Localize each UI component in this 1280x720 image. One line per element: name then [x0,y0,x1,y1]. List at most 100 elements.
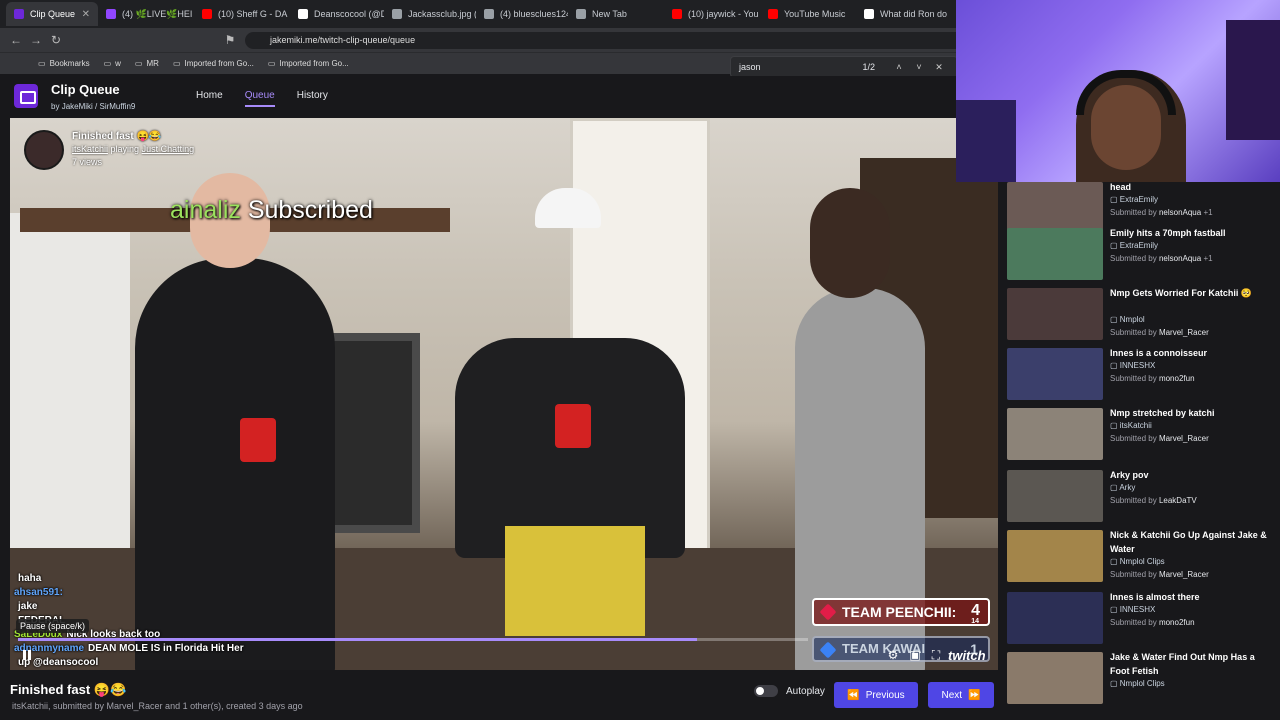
autoplay-toggle[interactable] [754,685,778,697]
tab-close-icon[interactable]: ✕ [82,9,90,20]
nav-history[interactable]: History [297,90,328,107]
previous-button[interactable]: ⏪ Previous [834,682,918,708]
pause-icon[interactable] [20,648,34,662]
twitch-channel-icon: ▢ [1110,421,1120,430]
author-link-2[interactable]: SirMuffin9 [99,102,135,111]
queue-item[interactable]: Nmp Gets Worried For Katchii 🥺 ▢ Nmplol Su… [1007,286,1277,342]
twitch-channel-icon: ▢ [1110,195,1120,204]
nav-home[interactable]: Home [196,90,223,107]
browser-tab[interactable]: Clip Queue ✕ [6,2,98,26]
queue-item-channel: ▢ INNESHX [1110,605,1155,614]
browser-tab[interactable]: (10) jaywick - You [664,2,760,26]
fullscreen-icon[interactable]: ⛶ [929,648,943,662]
queue-thumbnail[interactable] [1007,228,1103,280]
queue-thumbnail[interactable] [1007,470,1103,522]
settings-gear-icon[interactable]: ⚙ [886,648,900,662]
submitter-name: mono2fun [1158,618,1195,627]
queue-thumbnail[interactable] [1007,408,1103,460]
bookmark-item[interactable]: ▭ Imported from Go... [268,59,349,68]
next-button[interactable]: Next ⏩ [928,682,994,708]
chat-text: DEAN MOLE IS in Florida Hit Her [88,643,244,654]
submitter-name: Marvel_Racer [1158,434,1209,443]
address-bar[interactable]: jakemiki.me/twitch-clip-queue/queue [245,32,965,49]
submitted-by-label: Submitted by [1110,208,1157,217]
bookmark-item[interactable]: ▭ Imported from Go... [173,59,254,68]
browser-tab[interactable]: (4) 🌿LIVE🌿HEI [98,2,194,26]
queue-thumbnail[interactable] [1007,530,1103,582]
queue-item[interactable]: Arky pov ▢ Arky Submitted by LeakDaTV [1007,468,1277,524]
clip-queue-logo-icon[interactable] [14,84,38,108]
folder-icon: ▭ [38,59,46,68]
find-input[interactable]: jason [739,62,761,72]
game-link[interactable]: Just Chatting [142,144,195,154]
queue-item-channel: ▢ Nmplol Clips [1110,679,1165,688]
find-count: 1/2 [862,62,875,72]
queue-item-channel: ▢ Arky [1110,483,1135,492]
nav-queue[interactable]: Queue [244,90,275,107]
queue-item[interactable]: Innes is almost there ▢ INNESHX Submitted … [1007,590,1277,646]
bookmark-star-icon[interactable]: ⚑ [220,33,240,47]
tab-favicon-icon [106,9,116,19]
bookmark-item[interactable]: ▭ w [104,59,121,68]
browser-tab[interactable]: (10) Sheff G - DA [194,2,290,26]
queue-thumbnail[interactable] [1007,288,1103,340]
submitted-by-label: Submitted by [1110,328,1157,337]
app-authors: by JakeMiki / SirMuffin9 [51,102,136,111]
tab-favicon-icon [14,9,24,19]
find-next-icon[interactable]: ˅ [909,62,929,72]
author-link-1[interactable]: JakeMiki [62,102,93,111]
fast-forward-icon: ⏩ [968,689,981,701]
queue-sidebar: head ▢ ExtraEmily Submitted by nelsonAqua … [1000,178,1280,720]
tab-favicon-icon [672,9,682,19]
find-previous-icon[interactable]: ˄ [889,62,909,72]
progress-bar[interactable] [18,638,808,641]
clip-overlay-title: Finished fast 😝😂 [72,131,162,142]
clip-meta: itsKatchii, submitted by Marvel_Racer an… [12,701,303,711]
twitch-logo[interactable]: twitch [948,648,986,663]
queue-item-title: Arky pov [1110,470,1149,480]
channel-avatar[interactable] [24,130,64,170]
queue-item-submitter: Submitted by Marvel_Racer [1110,434,1209,443]
queue-item-title: Innes is almost there [1110,592,1200,602]
queue-thumbnail[interactable] [1007,348,1103,400]
clip-title: Finished fast 😝😂 [10,682,127,697]
theater-mode-icon[interactable]: ▣ [908,648,922,662]
queue-item[interactable]: Nmp stretched by katchi ▢ itsKatchii Submi… [1007,406,1277,462]
browser-tab[interactable]: Deanscocool (@De [290,2,384,26]
queue-thumbnail[interactable] [1007,592,1103,644]
queue-thumbnail[interactable] [1007,652,1103,704]
tab-label: What did Ron do [880,9,948,19]
reload-icon[interactable]: ↻ [46,33,66,47]
webcam-backdrop [1226,20,1280,140]
bookmark-item[interactable]: ▭ MR [135,59,159,68]
queue-item[interactable]: Nick & Katchii Go Up Against Jake & Wate… [1007,528,1277,584]
queue-item-title: Emily hits a 70mph fastball [1110,228,1226,238]
channel-link[interactable]: itsKatchii [72,144,108,154]
twitch-channel-icon: ▢ [1110,557,1120,566]
main-nav: Home Queue History [196,90,328,107]
submitted-by-label: Submitted by [1110,618,1157,627]
subscribed-label: Subscribed [247,196,373,224]
browser-tab[interactable]: New Tab [568,2,664,26]
video-person-right-hair [810,188,890,298]
queue-item[interactable]: Innes is a connoisseur ▢ INNESHX Submitted… [1007,346,1277,402]
forward-icon[interactable]: → [26,33,46,47]
queue-item-submitter: Submitted by mono2fun [1110,374,1195,383]
find-close-icon[interactable]: ✕ [929,62,949,73]
bookmark-item[interactable]: ▭ Bookmarks [38,59,90,68]
queue-item[interactable]: Jake & Water Find Out Nmp Has a Foot Fet… [1007,650,1277,706]
browser-tab[interactable]: Jackassclub.jpg ( [384,2,476,26]
chat-message: jake [14,601,244,615]
queue-item[interactable]: Emily hits a 70mph fastball ▢ ExtraEmily S… [1007,226,1277,282]
back-icon[interactable]: ← [6,33,26,47]
twitch-channel-icon: ▢ [1110,679,1120,688]
twitch-channel-icon: ▢ [1110,241,1120,250]
browser-tab[interactable]: YouTube Music [760,2,856,26]
browser-tab[interactable]: (4) bluesclues124 [476,2,568,26]
team1-subscore: 14 [971,618,979,625]
submitted-by-label: Submitted by [1110,496,1157,505]
browser-tab[interactable]: What did Ron do [856,2,952,26]
tab-favicon-icon [298,9,308,19]
tab-label: (10) jaywick - You [688,9,759,19]
twitch-channel-icon: ▢ [1110,361,1120,370]
